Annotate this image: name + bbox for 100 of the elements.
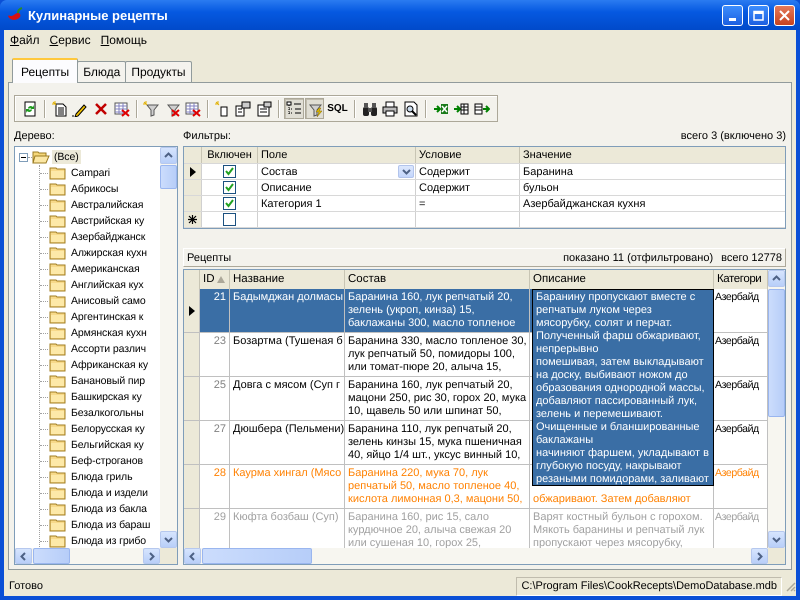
folder-icon (49, 406, 67, 420)
chevron-down-icon (772, 535, 781, 544)
new-document-icon (52, 100, 68, 116)
tree-item[interactable]: Азербайджанск (69, 230, 148, 244)
checkbox[interactable] (223, 165, 236, 178)
tree-item[interactable]: Американская (69, 262, 142, 276)
tree-item[interactable]: Австралийская (69, 198, 146, 212)
minimize-button[interactable] (722, 4, 743, 26)
table-cell-text: бульон (522, 180, 560, 195)
row-header[interactable] (184, 164, 202, 179)
scrollbar-corner (160, 548, 177, 564)
folder-icon (49, 198, 67, 212)
scroll-thumb[interactable] (160, 165, 177, 189)
column-header[interactable]: Включен (202, 147, 258, 163)
tree-view-icon (286, 100, 302, 116)
checkbox[interactable] (223, 181, 236, 194)
table-delete-icon (114, 100, 130, 116)
table-cell: Баранина 160, лук репчатый 20, мацони 250, рис 30, горох 20, мука 10, щавель 50 или шпинат 50, (345, 377, 530, 420)
tree-item[interactable]: Ассорти различ (69, 342, 148, 356)
checkbox[interactable] (223, 213, 236, 226)
table-cell: Состав (261, 164, 298, 178)
tree-item[interactable]: Бельгийская ку (69, 438, 146, 452)
folder-icon (49, 518, 67, 532)
table-cell: 21 (200, 289, 230, 332)
scroll-down-button[interactable] (768, 531, 785, 548)
new-row-icon (188, 215, 197, 224)
table-cell: Описание (261, 180, 312, 194)
tree-item[interactable]: Армянская кухн (69, 326, 149, 340)
scroll-right-button[interactable] (751, 548, 768, 564)
row-header[interactable] (184, 289, 200, 332)
tree-item[interactable]: Блюда гриль (69, 470, 134, 484)
toolbar-button[interactable]: SQL (325, 98, 350, 119)
tree-item[interactable]: Campari (69, 166, 112, 180)
maximize-button[interactable] (748, 4, 769, 26)
tree-item[interactable]: Алжирская кухн (69, 246, 149, 260)
scroll-right-button[interactable] (143, 548, 160, 564)
toolbar-button[interactable] (304, 98, 324, 119)
scroll-down-button[interactable] (160, 531, 177, 548)
toolbar-button[interactable] (142, 98, 162, 119)
collapse-icon[interactable] (19, 152, 28, 162)
tree-item[interactable]: Африканская ку (69, 358, 150, 372)
tree-item[interactable]: Анисовый само (69, 294, 148, 308)
scroll-thumb[interactable] (33, 548, 70, 564)
refresh-icon (22, 100, 38, 116)
dropdown-button[interactable] (398, 165, 414, 178)
scroll-up-button[interactable] (768, 270, 785, 287)
chevron-down-icon (402, 167, 410, 176)
vertical-scrollbar[interactable] (160, 147, 177, 548)
folder-icon (49, 246, 67, 260)
toolbar-button[interactable] (284, 98, 304, 119)
tree-item[interactable]: Английская кух (69, 278, 146, 292)
tree-item[interactable]: Блюда из грибо (69, 534, 148, 548)
menu-item[interactable]: Помощь (96, 32, 152, 46)
tree-item[interactable]: Австрийская ку (69, 214, 146, 228)
tree-item[interactable]: Беф-строганов (69, 454, 145, 468)
table-cell: Содержит (416, 164, 520, 179)
scroll-left-button[interactable] (15, 548, 32, 564)
scroll-left-button[interactable] (184, 548, 201, 564)
toolbar-button[interactable] (50, 98, 70, 119)
close-button[interactable] (774, 4, 795, 26)
folder-icon (49, 326, 67, 340)
tree-item[interactable]: Безалкогольны (69, 406, 146, 420)
checkbox[interactable] (223, 197, 236, 210)
table-cell: Бадымджан долмасы (230, 289, 345, 332)
column-header[interactable]: Поле (258, 147, 416, 163)
tree-item[interactable]: Блюда из бараш (69, 518, 152, 532)
tab[interactable]: Рецепты (12, 58, 78, 83)
tree-item[interactable]: Банановый пир (69, 374, 148, 388)
tree-item[interactable]: Блюда и издели (69, 486, 150, 500)
row-header[interactable] (184, 212, 202, 227)
scroll-up-button[interactable] (160, 147, 177, 164)
text-editor[interactable]: Баранину пропускают вместе с репчатым луком через мясорубку, солят и перчат. Полученный фарш обжаривают, непрерывно помешивая, затем выкладывают на доску, выбивают ножом до образования однородной массы, добавляют пассированный лук, зелень и перемешивают. Очищенные и бланшированные баклажаны начиняют фаршем, укладывают в глубокую посуду, накрывают резаными помидорами, заливают (532, 289, 714, 486)
tab[interactable]: Продукты (125, 61, 192, 82)
current-row-icon (190, 166, 196, 176)
folder-icon (49, 294, 67, 308)
column-header[interactable]: Условие (416, 147, 520, 163)
vertical-scrollbar[interactable] (768, 270, 785, 548)
menu-item[interactable]: Сервис (44, 32, 96, 46)
tab[interactable]: Блюда (77, 61, 126, 82)
scroll-thumb[interactable] (768, 289, 785, 417)
menu-item[interactable]: Файл (5, 32, 45, 46)
scroll-thumb[interactable] (202, 548, 312, 564)
tree-item[interactable]: Белорусская ку (69, 422, 147, 436)
tree-item[interactable]: Аргентинская к (69, 310, 146, 324)
column-header[interactable]: Значение (520, 147, 785, 163)
table-cell-text: Азербайджанская кухня (522, 196, 646, 211)
tree-item[interactable]: Абрикосы (69, 182, 120, 196)
import-icon (474, 100, 490, 116)
folder-icon (49, 470, 67, 484)
minimize-icon (729, 18, 736, 20)
binoculars-icon (362, 100, 378, 116)
tree-item[interactable]: (Все) (52, 150, 81, 164)
tree-item[interactable]: Башкирская ку (69, 390, 144, 404)
chevron-up-icon (772, 274, 781, 283)
folder-icon (49, 454, 67, 468)
tree-label: Дерево: (14, 130, 56, 144)
horizontal-scrollbar[interactable] (15, 548, 160, 564)
tree-item[interactable]: Блюда из бакла (69, 502, 149, 516)
horizontal-scrollbar[interactable] (184, 548, 768, 564)
table-cell: Категория 1 (261, 196, 322, 210)
